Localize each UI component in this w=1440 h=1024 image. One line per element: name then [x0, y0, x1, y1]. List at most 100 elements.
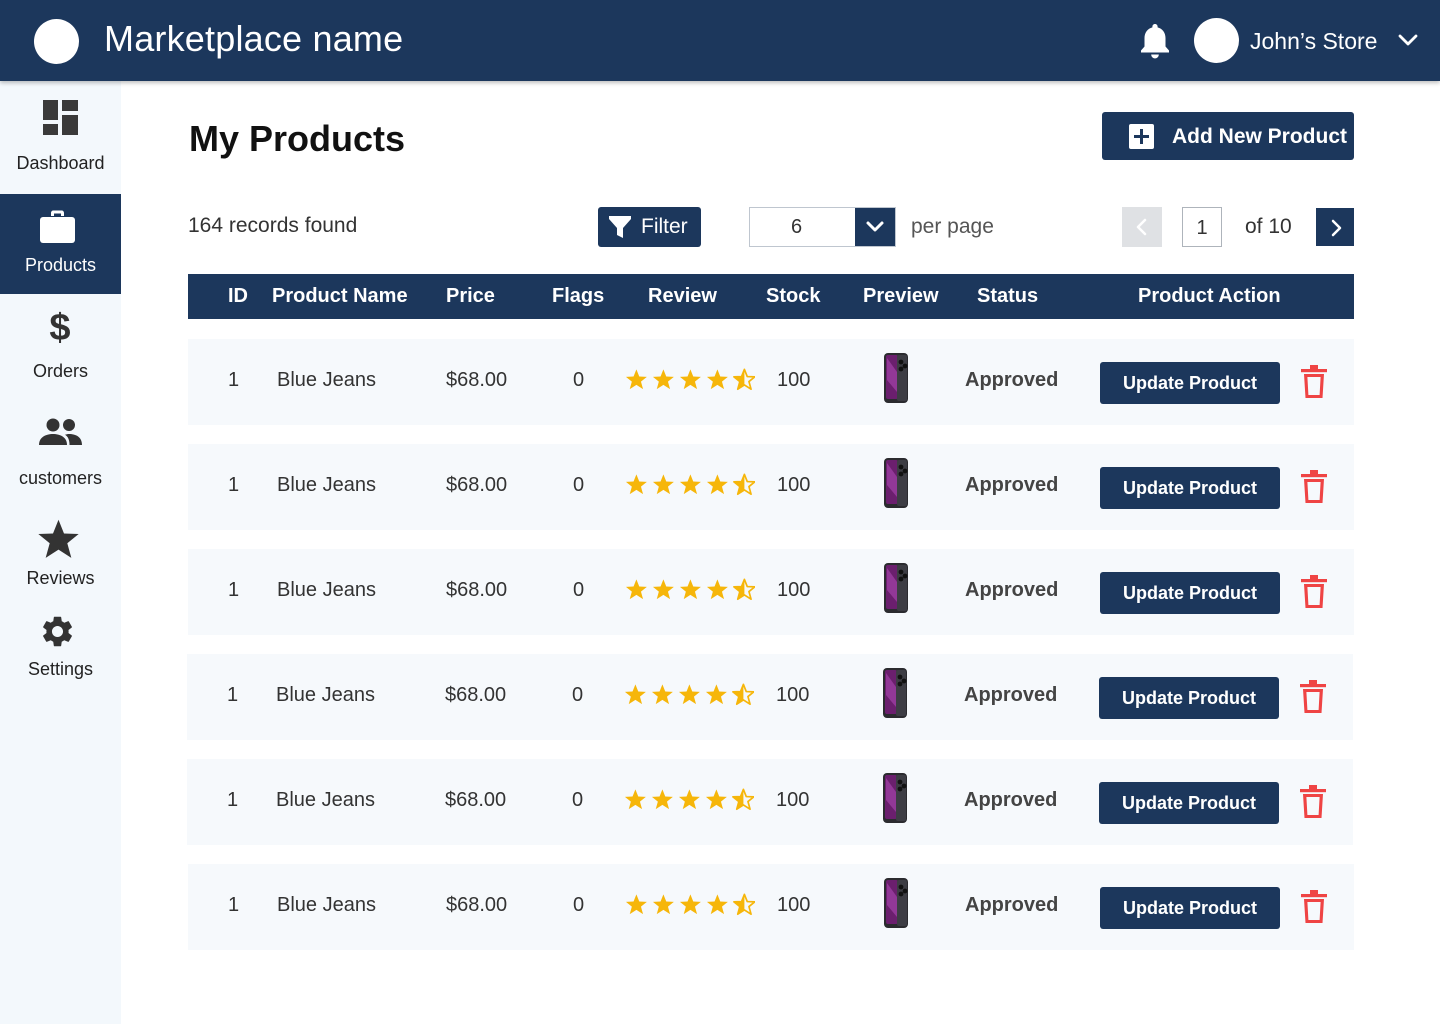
sidebar-item-label: Reviews	[26, 568, 95, 588]
cell-price: $68.00	[446, 369, 508, 391]
phone-thumbnail-icon	[884, 563, 908, 613]
cell-id: 1	[227, 789, 239, 811]
plus-square-icon	[1129, 124, 1154, 149]
star-icon	[652, 579, 674, 600]
cell-flags: 0	[572, 684, 584, 706]
sidebar-item-products[interactable]: Products	[0, 194, 121, 294]
trash-icon[interactable]	[1301, 575, 1327, 609]
cell-stock: 100	[776, 789, 810, 811]
table-row: 1 Blue Jeans $68.00 0 100 Approved Updat…	[188, 444, 1354, 530]
cell-price: $68.00	[445, 684, 507, 706]
cell-id: 1	[227, 684, 239, 706]
trash-icon[interactable]	[1301, 470, 1327, 504]
sidebar-item-settings[interactable]: Settings	[0, 594, 121, 694]
avatar[interactable]	[1194, 18, 1239, 63]
sidebar-item-customers[interactable]: customers	[0, 394, 121, 494]
cell-id: 1	[228, 579, 240, 601]
phone-thumbnail-icon	[884, 878, 908, 928]
bell-icon[interactable]	[1138, 22, 1172, 60]
phone-thumbnail-icon	[883, 773, 907, 823]
per-page-dropdown-button[interactable]	[855, 208, 895, 246]
update-product-button[interactable]: Update Product	[1099, 677, 1279, 719]
cell-price: $68.00	[446, 474, 508, 496]
star-icon	[732, 683, 754, 706]
cell-status: Approved	[965, 579, 1059, 601]
cell-status: Approved	[965, 894, 1059, 916]
sidebar-item-label: Settings	[27, 659, 94, 679]
update-product-button[interactable]: Update Product	[1100, 467, 1280, 509]
add-new-product-button[interactable]: Add New Product	[1102, 112, 1354, 160]
phone-thumbnail-icon	[884, 353, 908, 403]
column-header-flags: Flags	[552, 285, 605, 307]
filter-button[interactable]: Filter	[598, 207, 701, 247]
column-header-id: ID	[228, 285, 248, 307]
star-icon	[679, 894, 701, 915]
sidebar-item-label: customers	[18, 468, 103, 488]
star-icon	[624, 789, 646, 810]
star-icon	[733, 578, 755, 601]
logo[interactable]	[34, 19, 79, 64]
cell-status: Approved	[964, 684, 1058, 706]
people-icon	[39, 418, 82, 445]
cell-flags: 0	[573, 474, 585, 496]
column-header-stock: Stock	[766, 285, 821, 307]
update-product-button[interactable]: Update Product	[1100, 572, 1280, 614]
star-icon	[705, 684, 727, 705]
prev-page-button[interactable]	[1122, 207, 1162, 247]
rating-stars	[624, 788, 754, 811]
cell-product-name: Blue Jeans	[276, 684, 375, 706]
cell-product-name: Blue Jeans	[277, 579, 376, 601]
cell-stock: 100	[777, 579, 811, 601]
page-total: of 10	[1245, 215, 1292, 238]
update-product-button[interactable]: Update Product	[1100, 887, 1280, 929]
star-icon	[678, 789, 700, 810]
page-number-input[interactable]: 1	[1182, 207, 1222, 247]
sidebar-item-label: Products	[24, 255, 97, 275]
per-page-label: per page	[911, 215, 994, 238]
star-icon	[652, 894, 674, 915]
star-icon	[706, 894, 728, 915]
brand-name[interactable]: Marketplace name	[104, 18, 403, 60]
page-title: My Products	[189, 118, 406, 159]
star-icon	[625, 474, 647, 495]
chevron-left-icon	[1136, 218, 1147, 236]
top-navbar: Marketplace name John’s Store	[0, 0, 1440, 81]
sidebar-item-dashboard[interactable]: Dashboard	[0, 81, 121, 194]
rating-stars	[625, 368, 755, 391]
store-name[interactable]: John’s Store	[1250, 28, 1377, 55]
trash-icon[interactable]	[1301, 890, 1327, 924]
cell-flags: 0	[573, 579, 585, 601]
cell-status: Approved	[965, 369, 1059, 391]
cell-stock: 100	[777, 474, 811, 496]
trash-icon[interactable]	[1300, 785, 1326, 819]
star-icon	[733, 368, 755, 391]
trash-icon[interactable]	[1301, 365, 1327, 399]
chevron-down-icon[interactable]	[1397, 30, 1419, 50]
cell-id: 1	[228, 474, 240, 496]
star-icon	[679, 369, 701, 390]
sidebar-item-label: Dashboard	[16, 153, 105, 173]
rating-stars	[625, 893, 755, 916]
column-header-status: Status	[977, 285, 1039, 307]
cell-product-name: Blue Jeans	[276, 789, 375, 811]
star-icon	[679, 579, 701, 600]
sidebar-item-reviews[interactable]: Reviews	[0, 494, 121, 594]
star-icon	[651, 789, 673, 810]
update-product-button[interactable]: Update Product	[1100, 362, 1280, 404]
trash-icon[interactable]	[1300, 680, 1326, 714]
per-page-value: 6	[790, 216, 803, 238]
cell-stock: 100	[776, 684, 810, 706]
next-page-button[interactable]	[1316, 208, 1354, 246]
update-product-button[interactable]: Update Product	[1099, 782, 1279, 824]
per-page-select[interactable]: 6	[749, 207, 896, 247]
column-header-product-name: Product Name	[272, 285, 408, 307]
column-header-preview: Preview	[863, 285, 939, 307]
sidebar-item-orders[interactable]: $ Orders	[0, 294, 121, 394]
table-row: 1 Blue Jeans $68.00 0 100 Approved Updat…	[188, 864, 1354, 950]
chevron-right-icon	[1331, 219, 1342, 237]
cell-price: $68.00	[445, 789, 507, 811]
chevron-down-icon	[866, 221, 884, 232]
cell-id: 1	[228, 894, 240, 916]
dashboard-icon	[43, 100, 78, 135]
star-icon	[706, 369, 728, 390]
